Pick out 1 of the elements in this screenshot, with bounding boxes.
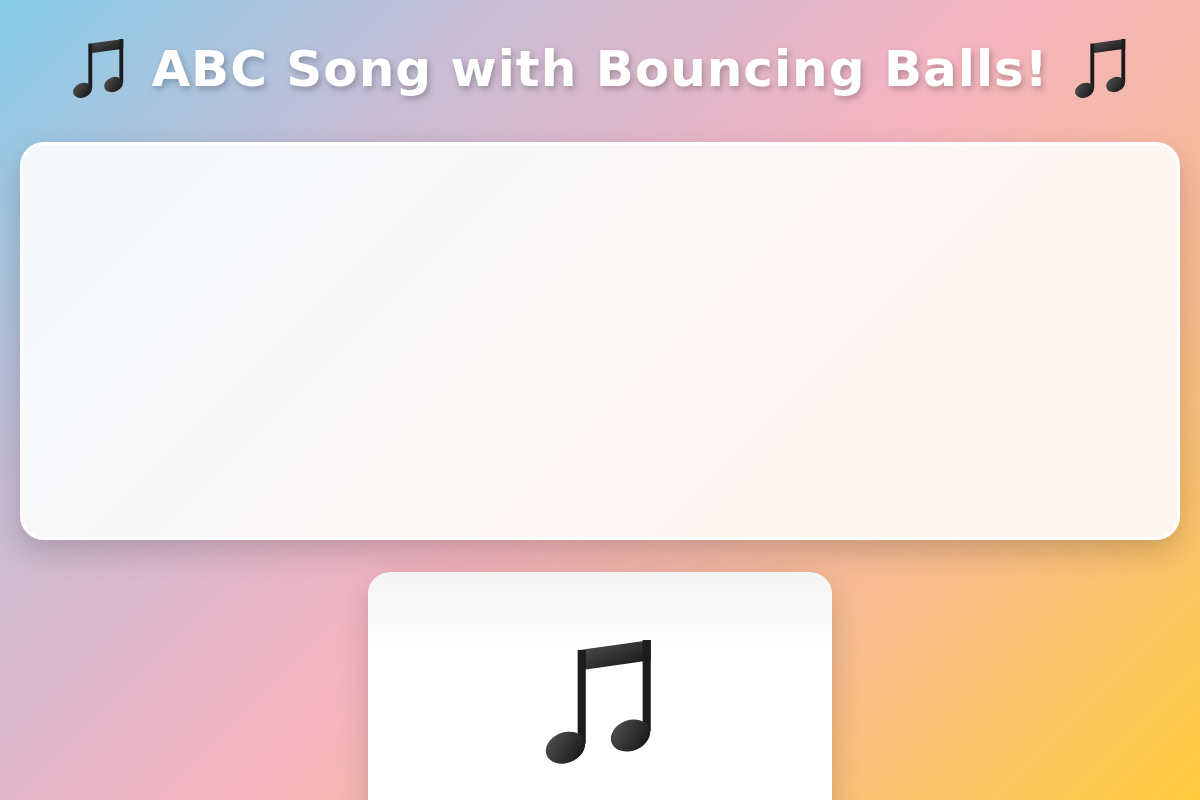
page-title: ABC Song with Bouncing Balls! — [151, 39, 1049, 99]
